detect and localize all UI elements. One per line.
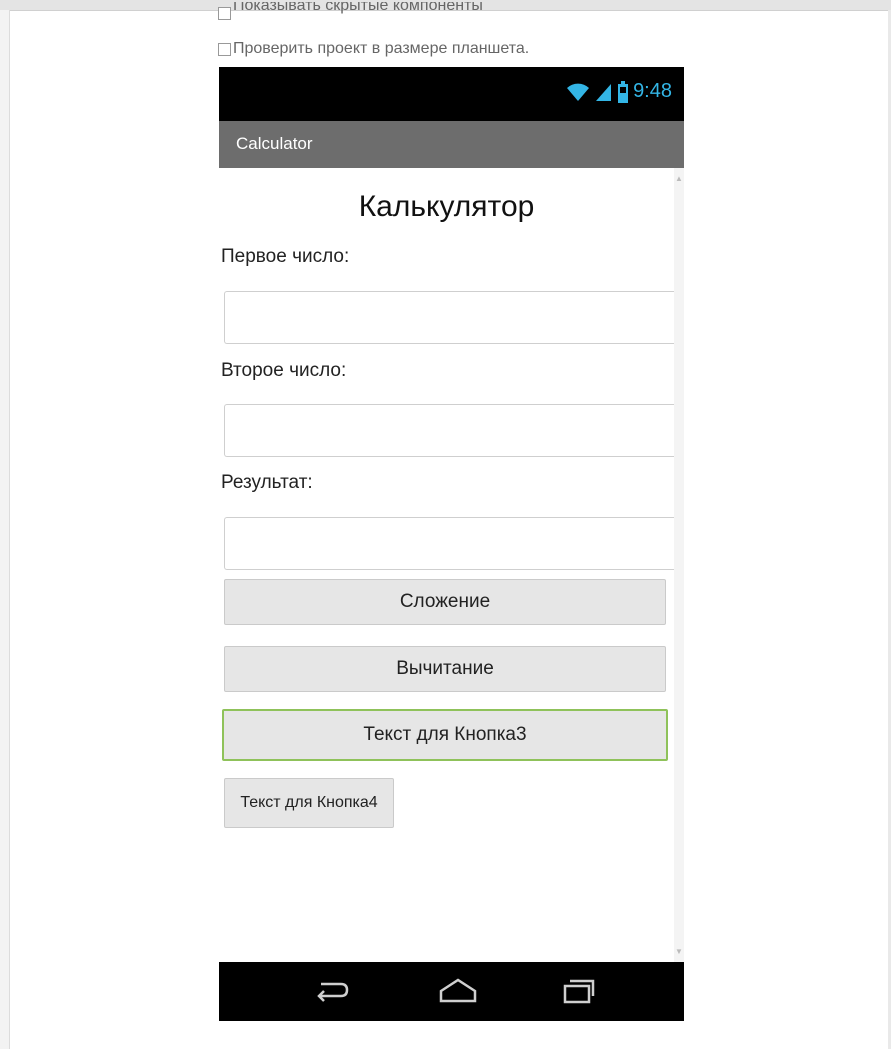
button3[interactable]: Текст для Кнопка3 <box>222 709 668 761</box>
navigation-bar <box>219 962 684 1021</box>
app-title: Calculator <box>236 134 313 153</box>
show-hidden-components-option[interactable]: Показывать скрытые компоненты <box>218 2 483 24</box>
scroll-up-arrow-icon[interactable]: ▲ <box>674 174 684 183</box>
first-number-input[interactable] <box>224 291 674 344</box>
calculator-heading: Калькулятор <box>358 190 535 223</box>
tablet-preview-checkbox[interactable] <box>218 42 231 56</box>
wifi-icon <box>567 83 590 101</box>
signal-icon <box>596 83 612 101</box>
status-time: 9:48 <box>633 80 672 102</box>
designer-left-frame <box>0 10 10 1049</box>
show-hidden-label: Показывать скрытые компоненты <box>233 2 483 14</box>
button4[interactable]: Текст для Кнопка4 <box>224 778 394 828</box>
back-icon[interactable] <box>311 976 351 1006</box>
show-hidden-checkbox[interactable] <box>218 6 231 20</box>
battery-icon <box>618 80 629 103</box>
tablet-preview-label: Проверить проект в размере планшета. <box>233 40 530 57</box>
screen-content: Калькулятор Первое число: Второе число: … <box>219 168 684 962</box>
add-button[interactable]: Сложение <box>224 579 666 625</box>
second-number-label: Второе число: <box>221 360 347 381</box>
second-number-input[interactable] <box>224 404 674 457</box>
status-bar: 9:48 <box>219 67 684 121</box>
scrollbar[interactable]: ▲ ▼ <box>674 168 684 962</box>
result-field[interactable] <box>224 517 674 570</box>
phone-preview: 9:48 Calculator Калькулятор Первое число… <box>219 67 684 1021</box>
tablet-preview-option[interactable]: Проверить проект в размере планшета. <box>218 40 529 58</box>
first-number-label: Первое число: <box>221 246 350 267</box>
home-icon[interactable] <box>437 976 479 1006</box>
app-title-bar: Calculator <box>219 121 684 168</box>
status-icons: 9:48 <box>565 80 672 103</box>
result-label: Результат: <box>221 472 313 493</box>
scroll-down-arrow-icon[interactable]: ▼ <box>674 947 684 956</box>
recent-apps-icon[interactable] <box>561 976 597 1006</box>
subtract-button[interactable]: Вычитание <box>224 646 666 692</box>
